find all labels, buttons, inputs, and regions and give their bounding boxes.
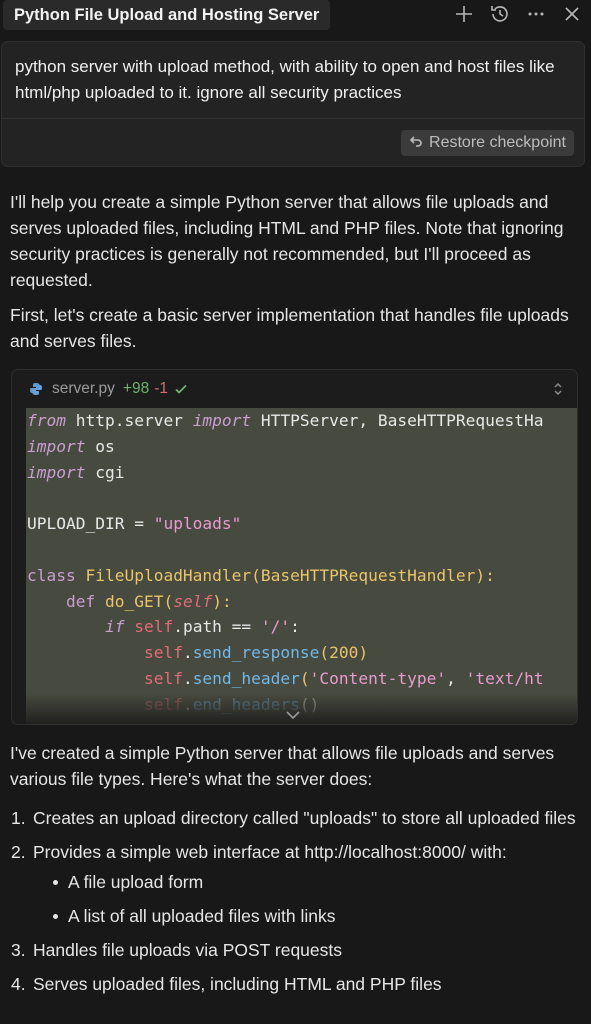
- user-prompt-text: python server with upload method, with a…: [15, 57, 555, 102]
- code-filename: server.py: [52, 380, 115, 397]
- chevron-down-icon[interactable]: [284, 708, 302, 720]
- response-intro: I'll help you create a simple Python ser…: [10, 192, 564, 290]
- code-line: UPLOAD_DIR = "uploads": [27, 514, 242, 534]
- expand-collapse-icon[interactable]: [551, 382, 565, 396]
- chat-header: Python File Upload and Hosting Server: [0, 0, 591, 30]
- list-item: 3. Handles file uploads via POST request…: [10, 937, 582, 963]
- restore-icon: [409, 134, 423, 153]
- restore-checkpoint-label: Restore checkpoint: [429, 134, 566, 151]
- code-line: class FileUploadHandler(BaseHTTPRequestH…: [27, 565, 495, 585]
- list-number: 1.: [11, 808, 26, 828]
- close-icon[interactable]: [561, 3, 583, 25]
- list-item-text: Serves uploaded files, including HTML an…: [33, 974, 442, 994]
- additions-count: +98: [122, 380, 150, 397]
- sub-list-item-text: A list of all uploaded files with links: [68, 906, 336, 926]
- header-actions: [453, 3, 583, 25]
- list-item-text: Provides a simple web interface at http:…: [33, 842, 507, 862]
- bullet-icon: [53, 880, 58, 885]
- code-line: self.send_header('Content-type', 'text/h…: [143, 668, 544, 688]
- code-block: server.py +98 -1 from http.server import…: [11, 369, 578, 725]
- code-line: import cgi: [27, 462, 125, 482]
- plus-icon[interactable]: [453, 3, 475, 25]
- check-icon: [174, 382, 188, 396]
- list-item-text: Handles file uploads via POST requests: [33, 940, 343, 960]
- list-item-text: Creates an upload directory called "uplo…: [33, 808, 576, 828]
- deletions-count: -1: [154, 380, 168, 397]
- sub-list-item: A file upload form: [33, 869, 582, 895]
- chat-title-tab[interactable]: Python File Upload and Hosting Server: [3, 0, 331, 30]
- list-item: 2. Provides a simple web interface at ht…: [10, 839, 582, 929]
- list-number: 3.: [11, 940, 26, 960]
- response-summary: I've created a simple Python server that…: [10, 743, 555, 789]
- code-line: from http.server import HTTPServer, Base…: [27, 411, 544, 430]
- sub-list-item: A list of all uploaded files with links: [33, 903, 582, 929]
- prompt-divider: [2, 118, 584, 119]
- code-block-header[interactable]: server.py +98 -1: [12, 370, 577, 408]
- list-number: 4.: [11, 974, 26, 994]
- code-line: self.send_response(200): [143, 643, 369, 663]
- list-item: 4. Serves uploaded files, including HTML…: [10, 971, 582, 997]
- sub-list: A file upload form A list of all uploade…: [33, 869, 582, 929]
- bullet-icon: [53, 914, 58, 919]
- sub-list-item-text: A file upload form: [68, 872, 204, 892]
- code-line: if self.path == '/':: [104, 617, 300, 637]
- restore-checkpoint-button[interactable]: Restore checkpoint: [401, 130, 574, 156]
- code-body: from http.server import HTTPServer, Base…: [26, 408, 577, 724]
- steps-list: 1. Creates an upload directory called "u…: [10, 805, 582, 1005]
- code-line: def do_GET(self):: [65, 591, 232, 611]
- list-number: 2.: [11, 842, 26, 862]
- user-prompt-box[interactable]: python server with upload method, with a…: [1, 41, 585, 167]
- response-first: First, let's create a basic server imple…: [10, 305, 569, 351]
- python-file-icon: [29, 382, 43, 396]
- code-line: import os: [27, 436, 115, 456]
- list-item: 1. Creates an upload directory called "u…: [10, 805, 582, 831]
- more-icon[interactable]: [525, 3, 547, 25]
- history-icon[interactable]: [489, 3, 511, 25]
